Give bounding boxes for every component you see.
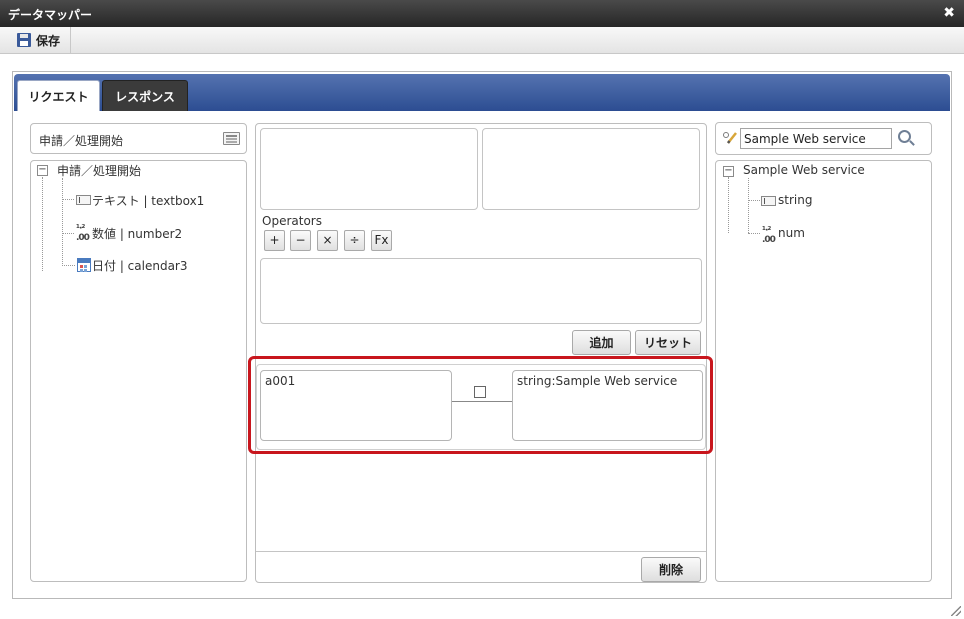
tree-line — [62, 233, 74, 234]
divider — [256, 551, 706, 552]
divide-operator-button[interactable]: ÷ — [344, 230, 365, 251]
textbox-icon — [761, 196, 776, 206]
tree-line — [62, 178, 63, 266]
floppy-disk-icon — [17, 33, 31, 47]
mapping-connector — [452, 401, 512, 402]
search-icon[interactable] — [898, 130, 911, 143]
target-tree-root[interactable]: Sample Web service — [743, 163, 865, 177]
number-icon: ¹·² .00 — [762, 226, 776, 245]
source-form-name: 申請／処理開始 — [39, 134, 124, 148]
reset-button[interactable]: リセット — [635, 330, 701, 355]
source-tree-item[interactable]: 数値 | number2 — [92, 225, 182, 242]
toolbar: 保存 — [0, 27, 964, 54]
plus-operator-button[interactable]: + — [264, 230, 285, 251]
tree-line — [728, 177, 729, 233]
tree-line — [62, 199, 74, 200]
tab-response[interactable]: レスポンス — [102, 80, 188, 111]
calendar-icon — [77, 258, 91, 272]
target-tree-item[interactable]: num — [778, 226, 805, 240]
mapping-checkbox[interactable] — [474, 386, 486, 398]
tree-line — [748, 233, 760, 234]
title-bar: データマッパー ✖ — [0, 0, 964, 27]
tree-line — [62, 265, 75, 266]
form-list-icon[interactable] — [223, 132, 240, 145]
save-button[interactable]: 保存 — [8, 27, 72, 53]
tree-line — [748, 200, 760, 201]
close-icon[interactable]: ✖ — [943, 5, 955, 21]
target-search-input[interactable] — [740, 128, 892, 149]
tree-line — [748, 178, 749, 233]
multiply-operator-button[interactable]: × — [317, 230, 338, 251]
source-tree-item[interactable]: テキスト | textbox1 — [92, 192, 204, 209]
minus-operator-button[interactable]: − — [290, 230, 311, 251]
tab-request[interactable]: リクエスト — [17, 80, 100, 111]
operators-label: Operators — [262, 214, 322, 228]
pencil-icon — [723, 132, 737, 144]
source-tree-item[interactable]: 日付 | calendar3 — [92, 257, 188, 274]
source-form-selector[interactable]: 申請／処理開始 — [30, 123, 247, 154]
target-tree-item[interactable]: string — [778, 193, 812, 207]
delete-button[interactable]: 削除 — [641, 557, 701, 582]
tree-line — [42, 177, 43, 271]
source-tree-root[interactable]: 申請／処理開始 — [57, 162, 141, 179]
textbox-icon — [76, 195, 91, 205]
expression-area[interactable] — [260, 258, 702, 324]
mapping-source-field[interactable]: a001 — [260, 370, 452, 441]
collapse-icon[interactable]: − — [723, 166, 734, 177]
target-drop-box[interactable] — [482, 128, 700, 210]
collapse-icon[interactable]: − — [37, 165, 48, 176]
save-label: 保存 — [36, 33, 61, 48]
window-title: データマッパー — [8, 8, 93, 22]
function-button[interactable]: Fx — [371, 230, 392, 251]
source-drop-box[interactable] — [260, 128, 478, 210]
resize-grip-icon[interactable] — [951, 606, 961, 616]
number-icon: ¹·² .00 — [76, 224, 90, 243]
mapping-target-field[interactable]: string:Sample Web service — [512, 370, 703, 441]
add-button[interactable]: 追加 — [572, 330, 631, 355]
